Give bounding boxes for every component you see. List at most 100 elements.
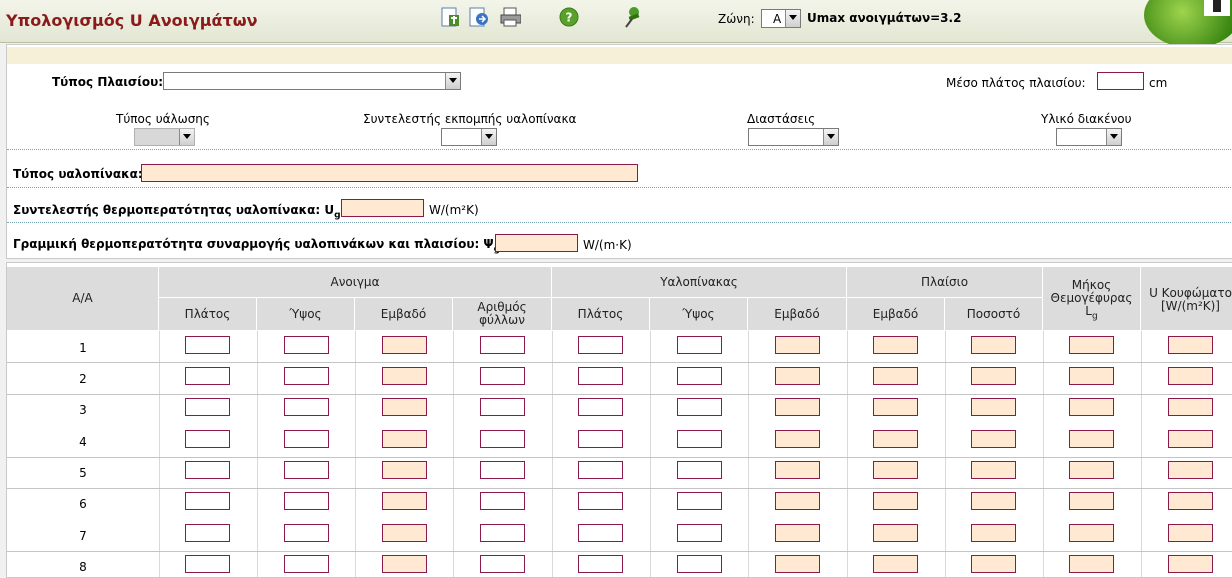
- chevron-down-icon[interactable]: [1106, 129, 1121, 145]
- table-cell-input[interactable]: [775, 524, 820, 542]
- print-icon[interactable]: [499, 6, 521, 28]
- table-cell-input[interactable]: [578, 492, 623, 510]
- table-cell-input[interactable]: [578, 555, 623, 573]
- table-cell-input[interactable]: [677, 555, 722, 573]
- table-cell-input[interactable]: [677, 461, 722, 479]
- table-cell-input[interactable]: [1069, 367, 1114, 385]
- table-cell-input[interactable]: [1069, 398, 1114, 416]
- table-cell-input[interactable]: [677, 398, 722, 416]
- table-cell-input[interactable]: [1168, 524, 1213, 542]
- table-cell-input[interactable]: [382, 461, 427, 479]
- table-cell-input[interactable]: [1168, 492, 1213, 510]
- table-cell-input[interactable]: [873, 524, 918, 542]
- emission-select[interactable]: [441, 128, 497, 146]
- table-cell-input[interactable]: [971, 555, 1016, 573]
- table-cell-input[interactable]: [1168, 398, 1213, 416]
- glass-type-input[interactable]: [141, 164, 638, 182]
- table-cell-input[interactable]: [578, 367, 623, 385]
- table-cell-input[interactable]: [185, 492, 230, 510]
- table-cell-input[interactable]: [677, 336, 722, 354]
- table-cell-input[interactable]: [480, 367, 525, 385]
- help-icon[interactable]: ?: [558, 6, 580, 28]
- table-cell-input[interactable]: [873, 398, 918, 416]
- table-cell-input[interactable]: [578, 336, 623, 354]
- table-cell-input[interactable]: [677, 492, 722, 510]
- table-cell-input[interactable]: [1069, 492, 1114, 510]
- table-cell-input[interactable]: [284, 524, 329, 542]
- save-icon[interactable]: [439, 6, 461, 28]
- table-cell-input[interactable]: [185, 367, 230, 385]
- table-cell-input[interactable]: [284, 461, 329, 479]
- table-cell-input[interactable]: [775, 461, 820, 479]
- table-cell-input[interactable]: [578, 461, 623, 479]
- table-cell-input[interactable]: [1069, 461, 1114, 479]
- chevron-down-icon[interactable]: [823, 129, 838, 145]
- table-cell-input[interactable]: [873, 461, 918, 479]
- table-cell-input[interactable]: [1069, 555, 1114, 573]
- table-cell-input[interactable]: [1069, 524, 1114, 542]
- table-cell-input[interactable]: [185, 398, 230, 416]
- table-cell-input[interactable]: [971, 336, 1016, 354]
- table-cell-input[interactable]: [185, 461, 230, 479]
- table-cell-input[interactable]: [873, 336, 918, 354]
- table-cell-input[interactable]: [775, 555, 820, 573]
- table-cell-input[interactable]: [1168, 461, 1213, 479]
- table-cell-input[interactable]: [775, 398, 820, 416]
- table-cell-input[interactable]: [284, 367, 329, 385]
- table-cell-input[interactable]: [185, 555, 230, 573]
- frame-width-input[interactable]: [1097, 72, 1144, 90]
- table-cell-input[interactable]: [971, 367, 1016, 385]
- frame-type-select[interactable]: [163, 72, 461, 90]
- table-cell-input[interactable]: [382, 555, 427, 573]
- table-cell-input[interactable]: [677, 524, 722, 542]
- table-cell-input[interactable]: [382, 398, 427, 416]
- table-cell-input[interactable]: [578, 524, 623, 542]
- table-cell-input[interactable]: [775, 430, 820, 448]
- table-cell-input[interactable]: [185, 430, 230, 448]
- table-cell-input[interactable]: [480, 461, 525, 479]
- ug-input[interactable]: [341, 199, 424, 217]
- table-cell-input[interactable]: [775, 492, 820, 510]
- table-cell-input[interactable]: [1168, 367, 1213, 385]
- table-cell-input[interactable]: [775, 367, 820, 385]
- table-cell-input[interactable]: [971, 524, 1016, 542]
- table-cell-input[interactable]: [578, 430, 623, 448]
- spacer-select[interactable]: [1056, 128, 1122, 146]
- chevron-down-icon[interactable]: [785, 10, 800, 27]
- table-cell-input[interactable]: [480, 430, 525, 448]
- table-cell-input[interactable]: [873, 492, 918, 510]
- export-icon[interactable]: [467, 6, 489, 28]
- table-cell-input[interactable]: [775, 336, 820, 354]
- psi-input[interactable]: [495, 234, 578, 252]
- table-cell-input[interactable]: [284, 492, 329, 510]
- table-cell-input[interactable]: [677, 430, 722, 448]
- table-cell-input[interactable]: [873, 555, 918, 573]
- table-cell-input[interactable]: [1168, 430, 1213, 448]
- chevron-down-icon[interactable]: [445, 73, 460, 89]
- chevron-down-icon[interactable]: [481, 129, 496, 145]
- table-cell-input[interactable]: [284, 336, 329, 354]
- table-cell-input[interactable]: [480, 336, 525, 354]
- table-cell-input[interactable]: [185, 524, 230, 542]
- table-cell-input[interactable]: [1069, 430, 1114, 448]
- table-cell-input[interactable]: [677, 367, 722, 385]
- table-cell-input[interactable]: [480, 492, 525, 510]
- table-cell-input[interactable]: [971, 461, 1016, 479]
- table-cell-input[interactable]: [1168, 555, 1213, 573]
- table-cell-input[interactable]: [971, 398, 1016, 416]
- table-cell-input[interactable]: [382, 430, 427, 448]
- table-cell-input[interactable]: [873, 367, 918, 385]
- table-cell-input[interactable]: [185, 336, 230, 354]
- zone-select[interactable]: A: [761, 9, 801, 28]
- dimensions-select[interactable]: [748, 128, 839, 146]
- glazing-type-select[interactable]: [134, 128, 195, 146]
- table-cell-input[interactable]: [1069, 336, 1114, 354]
- table-cell-input[interactable]: [480, 555, 525, 573]
- table-cell-input[interactable]: [1168, 336, 1213, 354]
- table-cell-input[interactable]: [971, 492, 1016, 510]
- table-cell-input[interactable]: [480, 524, 525, 542]
- table-cell-input[interactable]: [382, 367, 427, 385]
- table-cell-input[interactable]: [284, 555, 329, 573]
- table-cell-input[interactable]: [971, 430, 1016, 448]
- table-cell-input[interactable]: [873, 430, 918, 448]
